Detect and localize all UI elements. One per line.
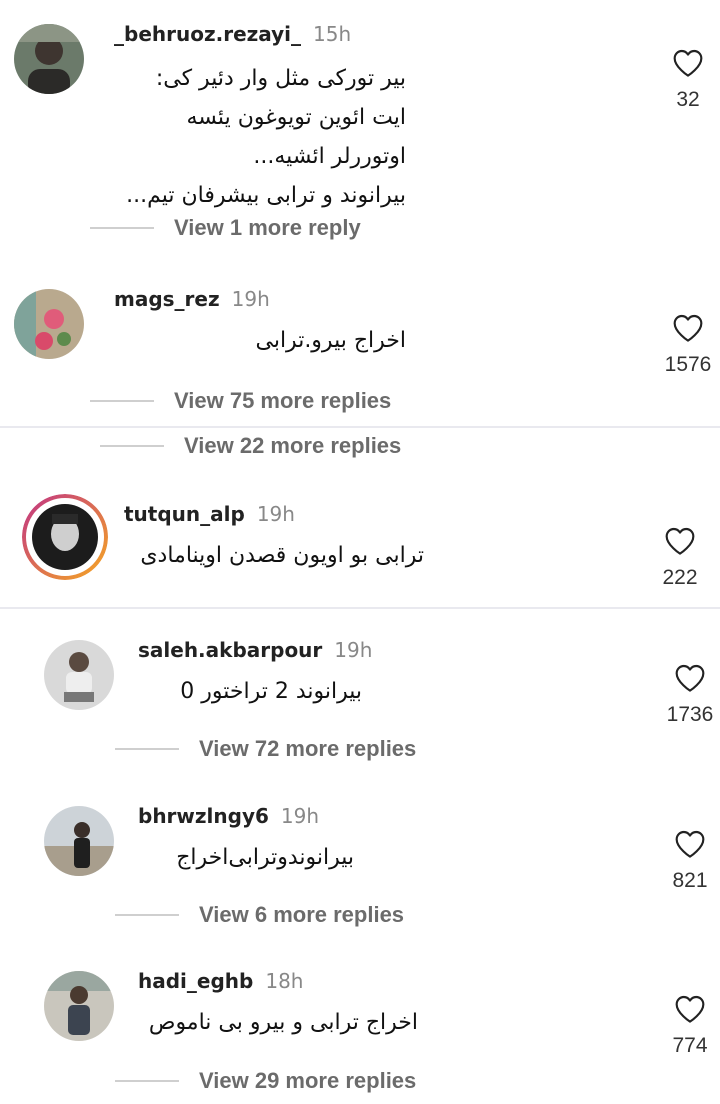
username-text[interactable]: hadi_eghb bbox=[138, 969, 253, 993]
heart-icon bbox=[675, 995, 705, 1023]
comment-text: بیرانوندوترابی‌اخراج bbox=[176, 838, 354, 877]
avatar[interactable] bbox=[44, 806, 114, 876]
avatar[interactable] bbox=[14, 24, 84, 94]
comment-line: ایت ائوین تویوغون یئسه bbox=[186, 105, 406, 130]
like-button[interactable]: 222 bbox=[650, 526, 710, 590]
comment-time: 19h bbox=[280, 804, 320, 828]
username-text[interactable]: _behruoz.rezayi_ bbox=[114, 22, 301, 46]
comment-time: 19h bbox=[231, 287, 270, 311]
heart-icon bbox=[673, 314, 703, 342]
like-button[interactable]: 1576 bbox=[658, 313, 718, 377]
reply-divider bbox=[100, 445, 164, 447]
username-text[interactable]: bhrwzlngy6 bbox=[138, 804, 269, 828]
avatar[interactable] bbox=[14, 289, 84, 359]
like-count: 821 bbox=[672, 869, 708, 892]
view-replies-button[interactable]: View 22 more replies bbox=[100, 431, 401, 461]
avatar[interactable] bbox=[44, 971, 114, 1041]
comment-line: ترابی بو اویون قصدن اویناما‌دی bbox=[140, 543, 424, 568]
comment-line: اخراج بیرو.ترابی bbox=[255, 328, 406, 353]
comment-username[interactable]: bhrwzlngy6 19h bbox=[138, 804, 319, 828]
username-text[interactable]: mags_rez bbox=[114, 287, 220, 311]
view-replies-label[interactable]: View 22 more replies bbox=[184, 433, 401, 459]
comment-time: 19h bbox=[334, 638, 373, 662]
reply-divider bbox=[90, 227, 154, 229]
comment-time: 18h bbox=[265, 969, 304, 993]
comment-username[interactable]: saleh.akbarpour 19h bbox=[138, 638, 372, 662]
username-text[interactable]: tutqun_alp bbox=[124, 502, 245, 526]
comment-username[interactable]: hadi_eghb 18h bbox=[138, 969, 303, 993]
like-button[interactable]: 1736 bbox=[660, 663, 720, 727]
view-replies-button[interactable]: View 1 more reply bbox=[90, 213, 361, 243]
reply-divider bbox=[115, 748, 179, 750]
reply-divider bbox=[90, 400, 154, 402]
heart-icon bbox=[673, 49, 703, 77]
like-count: 1576 bbox=[664, 353, 712, 376]
view-replies-button[interactable]: View 29 more replies bbox=[115, 1066, 416, 1096]
like-button[interactable]: 774 bbox=[660, 994, 720, 1058]
reply-divider bbox=[115, 914, 179, 916]
like-button[interactable]: 32 bbox=[658, 48, 718, 112]
like-count: 774 bbox=[672, 1034, 708, 1057]
username-text[interactable]: saleh.akbarpour bbox=[138, 638, 322, 662]
comment-line: اخراج ترابی و بیرو بی ناموص bbox=[148, 1010, 418, 1035]
section-divider bbox=[0, 607, 720, 609]
comment-line: اوتوررلر ائشیه... bbox=[253, 144, 406, 169]
view-replies-label[interactable]: View 72 more replies bbox=[199, 736, 416, 762]
heart-icon bbox=[675, 664, 705, 692]
comment-username[interactable]: _behruoz.rezayi_ 15h bbox=[114, 22, 351, 46]
view-replies-label[interactable]: View 1 more reply bbox=[174, 215, 361, 241]
view-replies-button[interactable]: View 75 more replies bbox=[90, 386, 391, 416]
like-count: 1736 bbox=[666, 703, 714, 726]
section-divider bbox=[0, 426, 720, 428]
comment-text: بیرانوند 2 تراختور 0 bbox=[180, 672, 362, 711]
heart-icon bbox=[675, 830, 705, 858]
comment-text: اخراج ترابی و بیرو بی ناموص bbox=[149, 1003, 418, 1042]
view-replies-button[interactable]: View 6 more replies bbox=[115, 900, 404, 930]
heart-icon bbox=[665, 527, 695, 555]
comment-text: بیر تورکی مثل وار دئیر کی: ایت ائوین توی… bbox=[126, 59, 406, 215]
comment-time: 19h bbox=[256, 502, 295, 526]
comment-username[interactable]: tutqun_alp 19h bbox=[124, 502, 295, 526]
avatar[interactable] bbox=[44, 640, 114, 710]
comment-time: 15h bbox=[313, 22, 352, 46]
comment-line: بیرانوند 2 تراختور 0 bbox=[180, 679, 362, 704]
view-replies-label[interactable]: View 29 more replies bbox=[199, 1068, 416, 1094]
view-replies-button[interactable]: View 72 more replies bbox=[115, 734, 416, 764]
comment-text: ترابی بو اویون قصدن اویناما‌دی bbox=[140, 536, 424, 575]
comment-line: بیر تورکی مثل وار دئیر کی: bbox=[155, 66, 406, 91]
comment-text: اخراج بیرو.ترابی bbox=[255, 321, 406, 360]
comment-line: بیرانوندوترابی‌اخراج bbox=[176, 845, 354, 870]
like-count: 222 bbox=[662, 566, 698, 589]
view-replies-label[interactable]: View 6 more replies bbox=[199, 902, 404, 928]
comment-line: بیرانوند و ترابی بیشرفان تیم... bbox=[126, 183, 406, 208]
avatar[interactable] bbox=[22, 494, 108, 580]
like-count: 32 bbox=[676, 88, 700, 111]
reply-divider bbox=[115, 1080, 179, 1082]
view-replies-label[interactable]: View 75 more replies bbox=[174, 388, 391, 414]
comment-username[interactable]: mags_rez 19h bbox=[114, 287, 270, 311]
like-button[interactable]: 821 bbox=[660, 829, 720, 893]
